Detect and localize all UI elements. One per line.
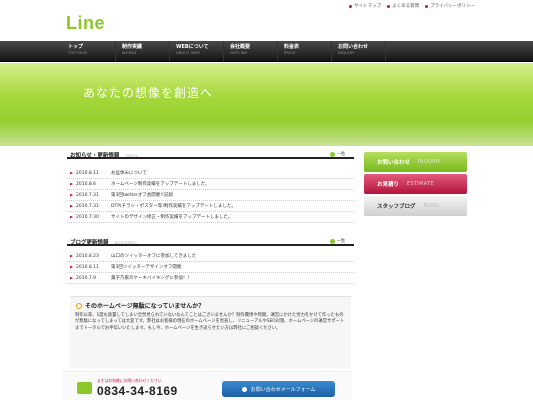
news-more-link[interactable]: 一覧 (330, 151, 345, 157)
arrow-icon (70, 193, 73, 197)
blog-more-link[interactable]: 一覧 (330, 238, 345, 244)
contact-bar: まずはお気軽にお問い合わせください 0834-34-8169 お問い合わせメール… (62, 371, 352, 400)
privacy-link[interactable]: プライバシーポリシー (425, 3, 475, 9)
list-item[interactable]: 2010.8.23 山口のツイッターオフに参加してきました (67, 251, 354, 262)
list-item[interactable]: 2010.7.30 サイトのデザイン修正・制作実績をアップデートしました。 (67, 212, 354, 223)
arrow-circle-icon (330, 151, 335, 157)
nav-item-price[interactable]: 料金表 PRICE (278, 41, 332, 62)
arrow-icon (70, 276, 73, 280)
news-title: お知らせ・更新情報 TOPICS (70, 153, 139, 159)
sidebar-blog-button[interactable]: スタッフブログ BLOG (364, 196, 467, 216)
news-section-header: お知らせ・更新情報 TOPICS 一覧 (67, 146, 354, 159)
hero-banner: あなたの想像を創造へ (0, 63, 533, 146)
list-item[interactable]: 2010.8.6 ホームページ制作実績をアップデートしました。 (67, 179, 354, 190)
faq-link[interactable]: よくある質問 (387, 3, 419, 9)
arrow-icon (70, 182, 73, 186)
arrow-icon (70, 215, 73, 219)
hero-tagline: あなたの想像を創造へ (83, 86, 214, 100)
list-item[interactable]: 2010.7.9 菓子乃家のケーキバイキングに参加！！ (67, 273, 354, 284)
arrow-icon (70, 254, 73, 258)
arrow-icon (70, 265, 73, 269)
promo-title: そのホームページ無駄になっていませんか？ (76, 301, 204, 310)
promo-body: 制作以来、1度も放置してしまい全然見られていないなんてことはございませんか？制作… (75, 313, 345, 331)
phone-icon (77, 382, 92, 394)
nav-item-outline[interactable]: 会社概要 OUTLINE (224, 41, 278, 62)
nav-item-works[interactable]: 制作実績 WORKS (116, 41, 170, 62)
bullet-icon (349, 4, 353, 8)
blog-list: 2010.8.23 山口のツイッターオフに参加してきました 2010.8.11 第3… (67, 251, 354, 284)
contact-form-button[interactable]: お問い合わせメールフォーム (222, 381, 335, 397)
nav-item-about-web[interactable]: WEBについて ABOUT WEB (170, 41, 224, 62)
sidebar-inquiry-button[interactable]: お問い合わせ INQUIRY (364, 152, 467, 172)
blog-title: ブログ更新情報 BLOGTOPICS (70, 240, 137, 246)
news-list: 2010.8.11 お盆休みについて 2010.8.6 ホームページ制作実績をアップ… (67, 168, 354, 223)
arrow-circle-icon (330, 238, 335, 244)
arrow-icon (70, 204, 73, 208)
main-nav: トップ TOP PAGE 制作実績 WORKS WEBについて ABOUT WEB 会… (0, 41, 533, 62)
site-logo[interactable]: Line (66, 13, 105, 34)
arrow-icon (70, 171, 73, 175)
list-item[interactable]: 2010.7.31 第3回twitterオフ会開催!!記録 (67, 190, 354, 201)
list-item[interactable]: 2010.7.31 DTP(チラシ・ポスター等)制作実績をアップデートしました。 (67, 201, 354, 212)
utility-links: サイトマップ よくある質問 プライバシーポリシー (349, 3, 475, 9)
nav-item-top[interactable]: トップ TOP PAGE (62, 41, 116, 62)
sitemap-link[interactable]: サイトマップ (349, 3, 381, 9)
arrow-circle-icon (241, 386, 247, 392)
phone-number[interactable]: 0834-34-8169 (97, 384, 178, 398)
bullet-icon (387, 4, 391, 8)
bullet-icon (425, 4, 429, 8)
site-header: Line サイトマップ よくある質問 プライバシーポリシー (0, 0, 533, 41)
circle-icon (76, 302, 82, 309)
sidebar-estimate-button[interactable]: お見積り ESTIMATE (364, 174, 467, 194)
promo-box: そのホームページ無駄になっていませんか？ 制作以来、1度も放置してしまい全然見ら… (70, 296, 351, 368)
nav-item-inquiry[interactable]: お問い合わせ INQUIRY (332, 41, 386, 62)
list-item[interactable]: 2010.8.11 第3回ツイッターデザインオフ開催 (67, 262, 354, 273)
list-item[interactable]: 2010.8.11 お盆休みについて (67, 168, 354, 179)
blog-section-header: ブログ更新情報 BLOGTOPICS 一覧 (67, 233, 354, 246)
